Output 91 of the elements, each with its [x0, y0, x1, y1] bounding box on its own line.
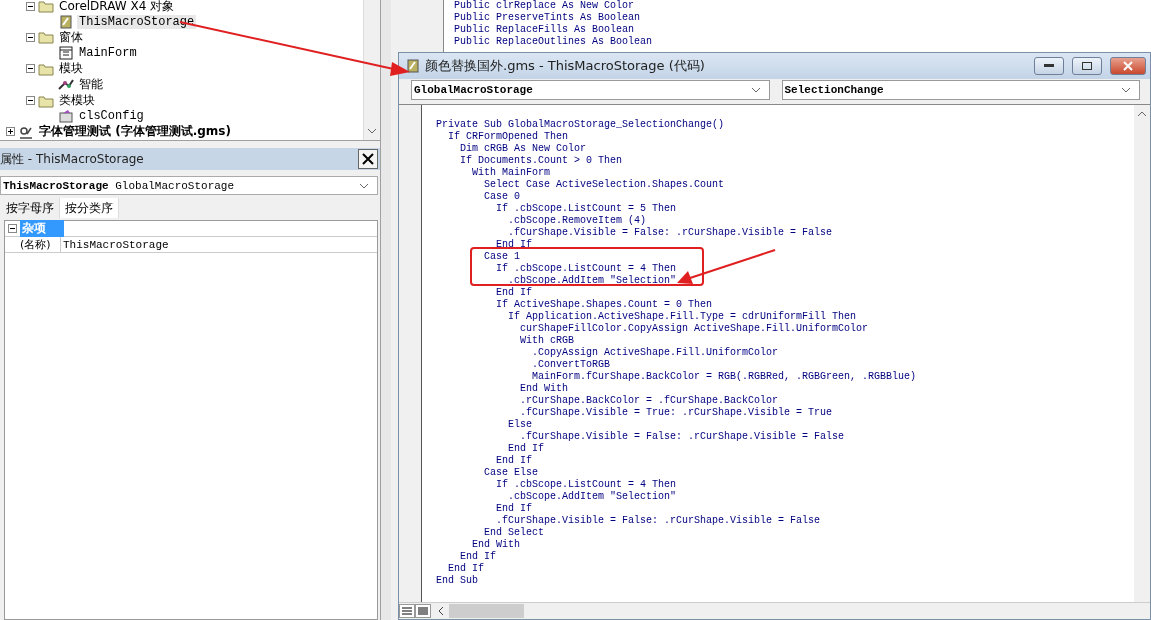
scrollbar-thumb[interactable] [449, 604, 524, 618]
maximize-button[interactable] [1072, 57, 1102, 75]
code-line: .fCurShape.Visible = True: .rCurShape.Visible = True [519, 407, 834, 419]
code-line: With MainForm [471, 167, 552, 179]
code-line: If ActiveShape.Shapes.Count = 0 Then [495, 299, 714, 311]
tree-folder-label[interactable]: 类模块 [57, 92, 97, 110]
properties-title: 属性 - ThisMacroStorage [0, 150, 144, 168]
code-line: If .cbScope.ListCount = 4 Then [495, 479, 678, 491]
collapse-toggle-icon[interactable] [26, 64, 35, 74]
code-line: End With [519, 383, 570, 395]
minimize-button[interactable] [1034, 57, 1064, 75]
properties-tab[interactable]: 按分类序 [60, 198, 119, 218]
code-line: Case 1 [483, 251, 521, 263]
code-line: .CopyAssign ActiveShape.Fill.UniformColor [531, 347, 780, 359]
code-line: .cbScope.RemoveItem (4) [507, 215, 648, 227]
object-dropdown[interactable]: ThisMacroStorage GlobalMacroStorage [0, 176, 378, 195]
property-value[interactable]: ThisMacroStorage [61, 238, 169, 251]
code-line: Public PreserveTints As Boolean [454, 12, 642, 24]
module-icon [58, 77, 74, 92]
code-line: If .cbScope.ListCount = 5 Then [495, 203, 678, 215]
code-line: If Application.ActiveShape.Fill.Type = cdrUniformFill Then [507, 311, 858, 323]
collapse-toggle-icon[interactable] [8, 224, 17, 233]
collapse-toggle-icon[interactable] [26, 32, 35, 42]
close-icon [1123, 61, 1133, 71]
code-line: Case Else [483, 467, 540, 479]
folder-icon [38, 30, 54, 45]
code-line: Public ReplaceOutlines As Boolean [454, 36, 653, 48]
folder-icon [38, 93, 54, 108]
tree-folder-label[interactable]: 窗体 [57, 28, 85, 46]
code-line: End Sub [436, 575, 479, 587]
code-line: End If [495, 455, 533, 467]
scroll-left-icon[interactable] [437, 606, 445, 616]
code-line: End If [495, 287, 533, 299]
tree-item[interactable]: 智能 [77, 76, 105, 94]
code-line: With cRGB [519, 335, 576, 347]
code-line: .rCurShape.BackColor = .fCurShape.BackColor [519, 395, 780, 407]
collapse-toggle-icon[interactable] [26, 96, 35, 106]
code-line: End If [495, 503, 533, 515]
code-line: Private Sub GlobalMacroStorage_SelectionChange() [436, 119, 726, 131]
tree-project-label[interactable]: 字体管理测试 (字体管理测试.gms) [37, 123, 233, 141]
code-line: .fCurShape.Visible = False: .rCurShape.Visible = False [507, 227, 834, 239]
code-line: If Documents.Count > 0 Then [459, 155, 624, 167]
code-line: End Select [483, 527, 546, 539]
document-icon [58, 14, 74, 29]
expand-toggle-icon[interactable] [6, 127, 15, 137]
folder-icon [38, 0, 54, 13]
tree-folder-label[interactable]: 模块 [57, 60, 85, 78]
maximize-icon [1082, 62, 1092, 70]
code-line: .fCurShape.Visible = False: .rCurShape.Visible = False [495, 515, 822, 527]
code-line: .fCurShape.Visible = False: .rCurShape.Visible = False [519, 431, 846, 443]
tree-folder-label[interactable]: CorelDRAW X4 对象 [57, 0, 177, 15]
code-line: End If [459, 551, 497, 563]
folder-icon [38, 61, 54, 76]
minimize-icon [1044, 64, 1054, 68]
code-line: .cbScope.AddItem "Selection" [507, 275, 678, 287]
tree-item[interactable]: MainForm [77, 46, 139, 60]
lines-icon [402, 607, 412, 615]
code-line: .cbScope.AddItem "Selection" [507, 491, 678, 503]
procedure-view-button[interactable] [399, 604, 415, 618]
code-line: Else [507, 419, 533, 431]
code-line: If CRFormOpened Then [447, 131, 570, 143]
close-icon [361, 152, 375, 166]
lines-icon [418, 606, 428, 616]
code-line: Select Case ActiveSelection.Shapes.Count [483, 179, 726, 191]
code-line: End If [447, 563, 485, 575]
code-line: End With [471, 539, 521, 551]
tree-item[interactable]: clsConfig [77, 109, 146, 124]
window-title: 颜色替换国外.gms - ThisMacroStorage (代码) [425, 57, 706, 75]
code-line: Public ReplaceFills As Boolean [454, 24, 636, 36]
object-dropdown[interactable]: GlobalMacroStorage [411, 80, 770, 100]
code-line: Dim cRGB As New Color [459, 143, 588, 155]
scroll-up-icon[interactable] [1137, 109, 1147, 119]
close-button[interactable] [358, 149, 378, 169]
full-module-view-button[interactable] [415, 604, 431, 618]
document-icon [405, 59, 421, 73]
class-icon [58, 109, 74, 124]
code-line: curShapeFillColor.CopyAssign ActiveShape.Fill.UniformColor [519, 323, 870, 335]
code-line: Public clrReplace As New Color [454, 0, 636, 12]
code-line: .ConvertToRGB [531, 359, 612, 371]
project-icon [18, 125, 34, 139]
code-line: End If [507, 443, 546, 455]
scroll-down-icon[interactable] [367, 126, 377, 136]
collapse-toggle-icon[interactable] [26, 1, 35, 11]
procedure-dropdown[interactable]: SelectionChange [781, 80, 1140, 100]
property-name: (名称) [5, 237, 61, 252]
code-line: Case 0 [483, 191, 521, 203]
form-icon [58, 46, 74, 60]
tree-item[interactable]: ThisMacroStorage [77, 14, 197, 29]
code-line: MainForm.fCurShape.BackColor = RGB(.RGBRed, .RGBGreen, .RGBBlue) [531, 371, 918, 383]
code-line: If .cbScope.ListCount = 4 Then [495, 263, 678, 275]
code-line: End If [495, 239, 533, 251]
